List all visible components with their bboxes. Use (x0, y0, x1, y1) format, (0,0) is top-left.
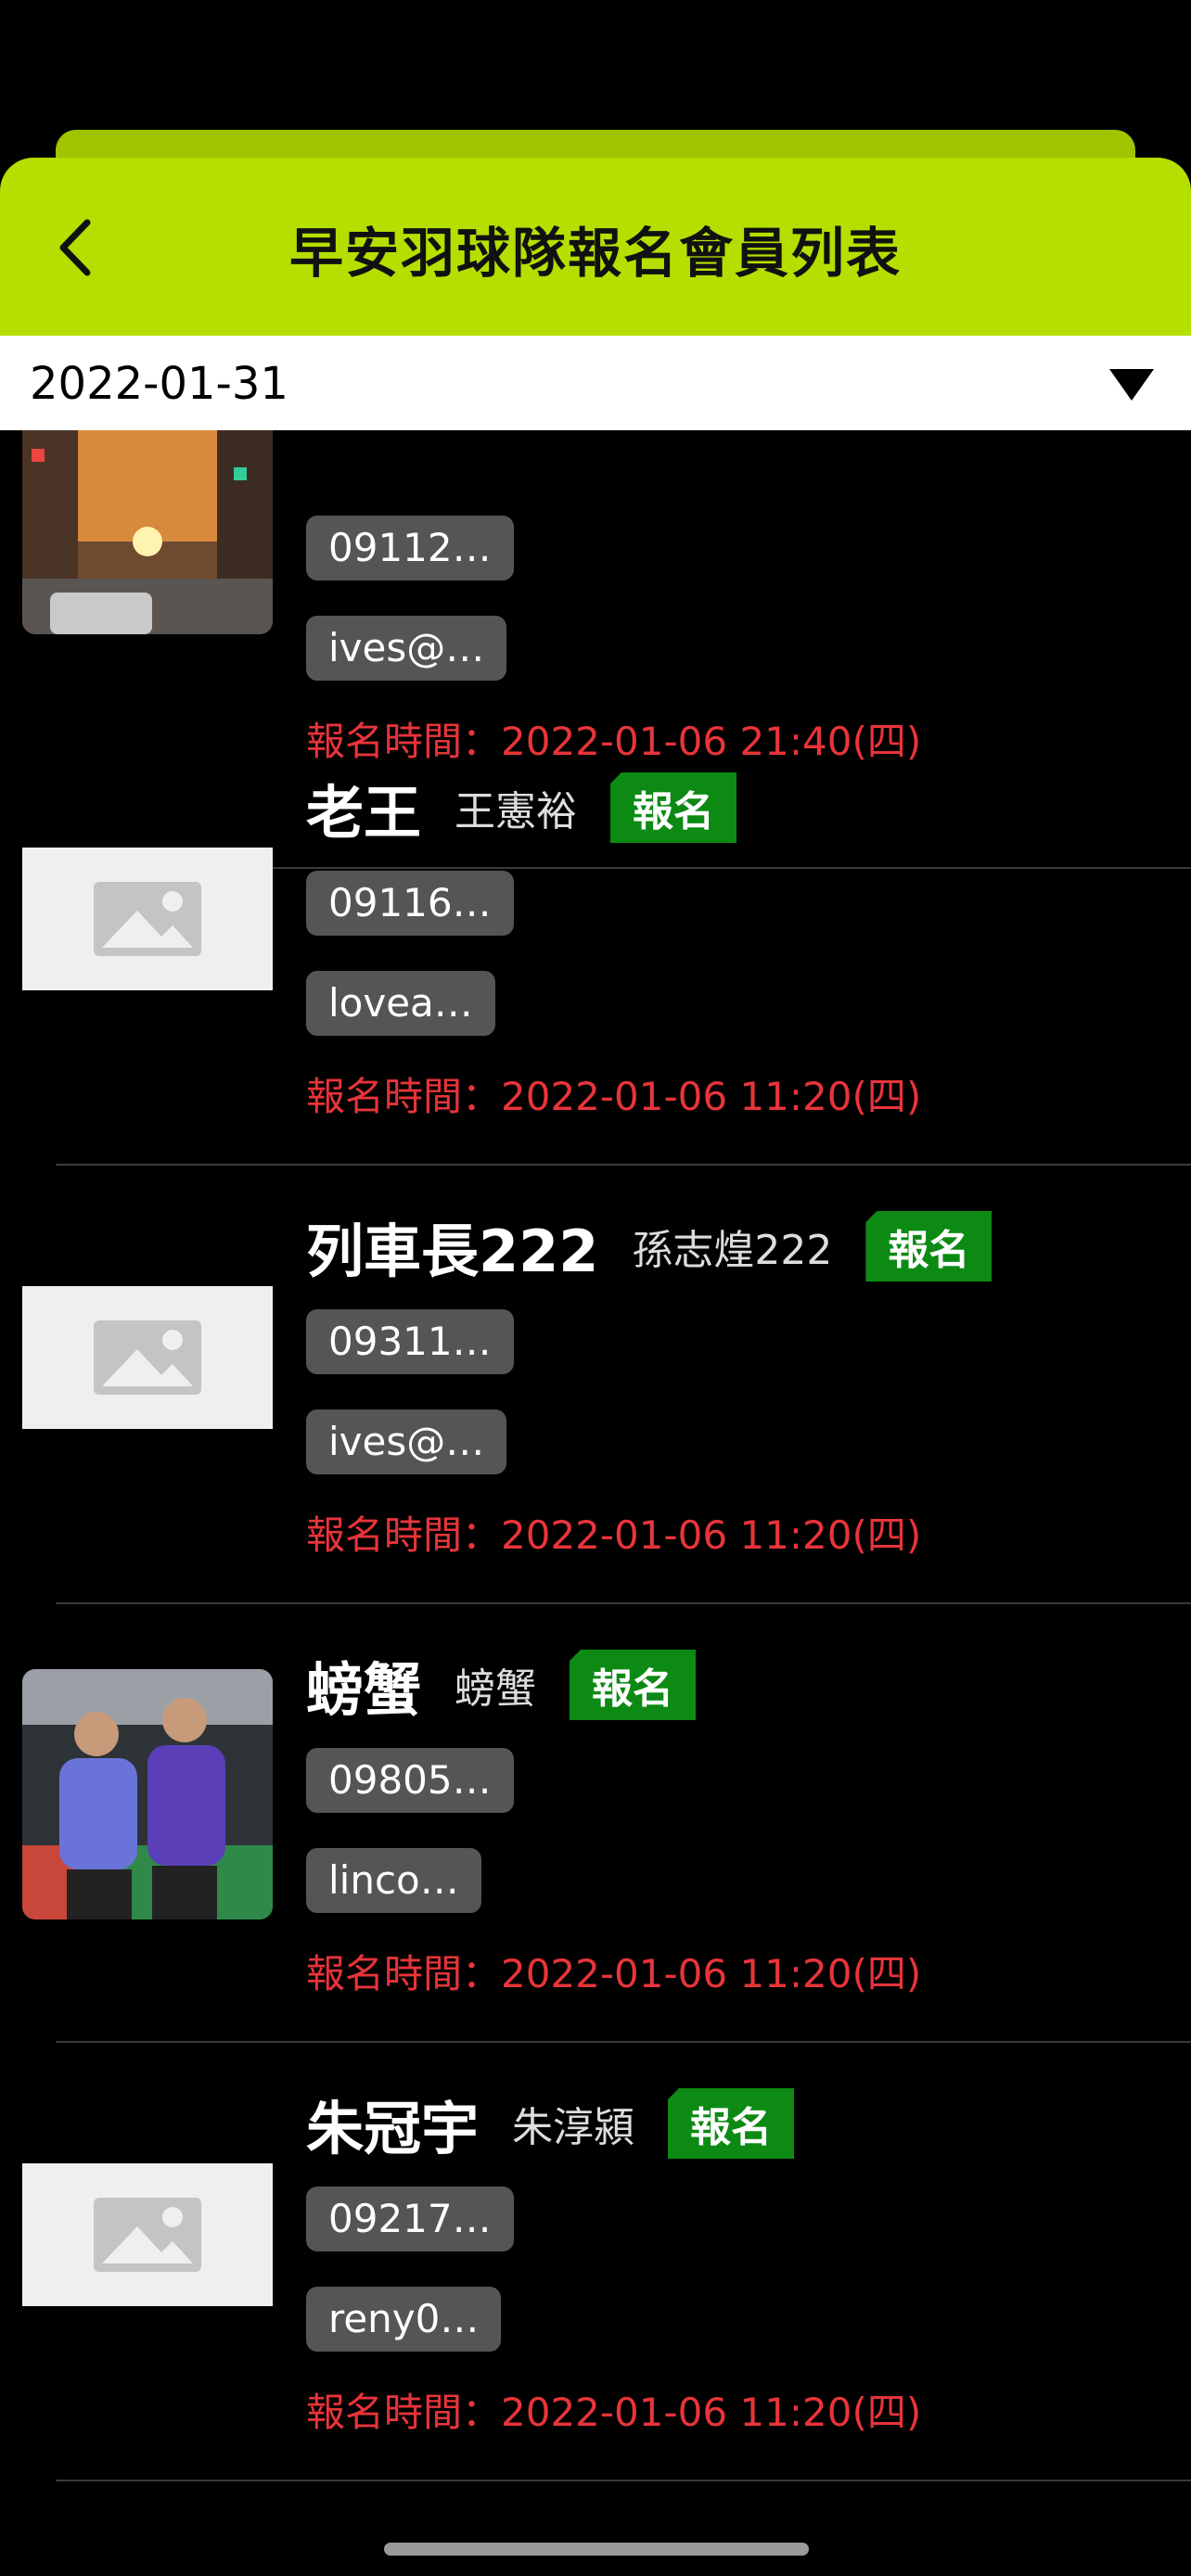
email-chip[interactable]: ives@… (306, 616, 507, 681)
status-badge: 報名 (570, 1650, 697, 1720)
list-item[interactable]: 列車長222 孫志煌222 報名 09311… ives@… 報名時間：2022-0… (0, 1166, 1191, 1604)
street-photo-image (22, 430, 273, 634)
name-row: 螃蟹 螃蟹 報名 (306, 1643, 697, 1724)
member-list[interactable]: 09112… ives@… 報名時間：2022-01-06 21:40(四) 老… (0, 430, 1191, 2576)
email-chip[interactable]: ives@… (306, 1409, 507, 1474)
status-badge: 報名 (865, 1211, 992, 1282)
signup-time: 報名時間：2022-01-06 11:20(四) (306, 1065, 921, 1122)
time-prefix: 報名時間： (306, 1512, 502, 1558)
status-badge: 報名 (610, 772, 737, 843)
top-nav-bar: 早安羽球隊報名會員列表 (0, 158, 1191, 336)
time-prefix: 報名時間： (306, 1951, 502, 1996)
triangle-down-icon (1109, 369, 1154, 401)
real-name: 孫志煌222 (632, 1227, 833, 1274)
time-value: 2022-01-06 11:20(四) (501, 1951, 922, 1996)
nickname: 列車長222 (306, 1218, 599, 1285)
time-prefix: 報名時間： (306, 1074, 502, 1119)
name-row: 朱冠宇 朱淳潁 報名 (306, 2082, 795, 2162)
signup-time: 報名時間：2022-01-06 11:20(四) (306, 1504, 921, 1561)
home-indicator[interactable] (384, 2543, 809, 2556)
nickname: 老王 (306, 779, 422, 847)
real-name: 王憲裕 (455, 788, 578, 835)
email-chip[interactable]: reny0… (306, 2287, 502, 2352)
time-value: 2022-01-06 11:20(四) (501, 1074, 922, 1119)
players-photo-image (22, 1669, 273, 1919)
image-placeholder-icon (94, 2198, 201, 2272)
phone-chip[interactable]: 09217… (306, 2187, 514, 2251)
phone-chip[interactable]: 09116… (306, 871, 514, 936)
divider (56, 2480, 1191, 2481)
time-prefix: 報名時間： (306, 2390, 502, 2435)
list-item[interactable]: 朱冠宇 朱淳潁 報名 09217… reny0… 報名時間：2022-01-06 1… (0, 2043, 1191, 2481)
signup-time: 報名時間：2022-01-06 11:20(四) (306, 1943, 921, 1999)
nickname: 朱冠宇 (306, 2095, 480, 2162)
image-placeholder-icon (94, 882, 201, 956)
name-row: 老王 王憲裕 報名 (306, 766, 737, 847)
time-value: 2022-01-06 11:20(四) (501, 2390, 922, 2435)
email-chip[interactable]: lovea… (306, 971, 495, 1036)
real-name: 螃蟹 (455, 1665, 537, 1713)
real-name: 朱淳潁 (512, 2104, 635, 2151)
phone-chip[interactable]: 09311… (306, 1309, 514, 1374)
date-dropdown[interactable]: 2022-01-31 (0, 336, 1191, 430)
avatar (22, 1669, 273, 1919)
phone-chip[interactable]: 09805… (306, 1748, 514, 1813)
nickname: 螃蟹 (306, 1656, 422, 1724)
list-item[interactable]: 09112… ives@… 報名時間：2022-01-06 21:40(四) (0, 430, 1191, 869)
status-badge: 報名 (668, 2088, 795, 2159)
email-chip[interactable]: linco… (306, 1848, 481, 1913)
phone-chip[interactable]: 09112… (306, 516, 514, 580)
avatar (22, 430, 273, 634)
page-title: 早安羽球隊報名會員列表 (288, 222, 902, 285)
image-placeholder-icon (94, 1320, 201, 1395)
selected-date: 2022-01-31 (30, 358, 288, 410)
avatar (22, 2163, 273, 2306)
time-value: 2022-01-06 11:20(四) (501, 1512, 922, 1558)
list-item[interactable]: 螃蟹 螃蟹 報名 09805… linco… 報名時間：2022-01-06 11:… (0, 1604, 1191, 2043)
avatar (22, 848, 273, 990)
name-row: 列車長222 孫志煌222 報名 (306, 1205, 992, 1285)
signup-time: 報名時間：2022-01-06 11:20(四) (306, 2381, 921, 2438)
list-item[interactable]: 老王 王憲裕 報名 09116… lovea… 報名時間：2022-01-06 11… (0, 727, 1191, 1166)
avatar (22, 1286, 273, 1429)
